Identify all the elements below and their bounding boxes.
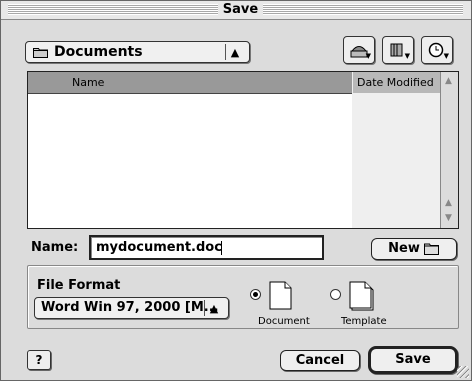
sorted-column-shade xyxy=(352,93,440,228)
window-title: Save xyxy=(218,2,263,18)
filename-value: mydocument.doc xyxy=(96,240,222,255)
title-bar[interactable]: Save xyxy=(1,1,471,20)
title-stripes-right xyxy=(263,4,463,15)
file-list[interactable]: Name Date Modified ▲ ▲ ▼ xyxy=(27,71,459,229)
filename-field[interactable]: mydocument.doc xyxy=(89,235,324,260)
dropdown-triangle-icon: ▼ xyxy=(404,52,410,60)
name-label: Name: xyxy=(31,240,79,255)
text-caret xyxy=(220,240,222,255)
favorites-icon xyxy=(390,43,403,57)
file-format-label: File Format xyxy=(37,278,121,293)
help-icon: ? xyxy=(35,353,43,367)
folder-icon xyxy=(33,48,48,58)
save-dialog: Save Documents ▲ ▼ ▼ ▼ Name Date Modifie… xyxy=(0,0,472,381)
location-popup[interactable]: Documents ▲ xyxy=(25,41,250,63)
dropdown-triangle-icon: ▼ xyxy=(365,52,371,60)
column-date-modified[interactable]: Date Modified xyxy=(352,72,440,93)
favorites-button[interactable]: ▼ xyxy=(382,36,414,64)
list-header: Name Date Modified xyxy=(28,72,458,94)
location-label: Documents xyxy=(54,44,143,60)
updown-arrows-icon: ▲ xyxy=(225,44,244,60)
sort-direction-icon[interactable]: ▲ xyxy=(445,76,452,86)
document-icon xyxy=(269,281,292,310)
list-scrollbar[interactable]: ▲ ▲ ▼ xyxy=(440,72,458,228)
title-stripes-left xyxy=(8,4,218,15)
new-folder-button[interactable]: New xyxy=(371,238,457,260)
document-label: Document xyxy=(258,316,310,327)
column-name[interactable]: Name xyxy=(72,72,104,93)
dropdown-triangle-icon: ▼ xyxy=(443,52,449,60)
clock-icon xyxy=(428,42,444,58)
new-folder-icon xyxy=(423,243,439,255)
file-format-value: Word Win 97, 2000 [M... xyxy=(41,300,219,315)
cancel-button[interactable]: Cancel xyxy=(280,350,360,371)
disk-button[interactable]: ▼ xyxy=(343,36,375,64)
template-icon xyxy=(349,281,374,311)
scroll-up-arrow-icon[interactable]: ▲ xyxy=(445,198,452,208)
updown-arrows-icon: ▲ xyxy=(204,300,223,316)
radio-document[interactable] xyxy=(250,289,261,300)
recent-button[interactable]: ▼ xyxy=(421,36,453,64)
file-format-popup[interactable]: Word Win 97, 2000 [M... ▲ xyxy=(34,297,229,319)
radio-template[interactable] xyxy=(330,289,341,300)
scroll-down-arrow-icon[interactable]: ▼ xyxy=(445,213,452,223)
resize-grip-icon[interactable] xyxy=(457,366,469,378)
help-button[interactable]: ? xyxy=(27,350,51,370)
new-folder-label: New xyxy=(388,241,420,256)
save-button[interactable]: Save xyxy=(368,346,458,374)
template-label: Template xyxy=(341,316,387,327)
